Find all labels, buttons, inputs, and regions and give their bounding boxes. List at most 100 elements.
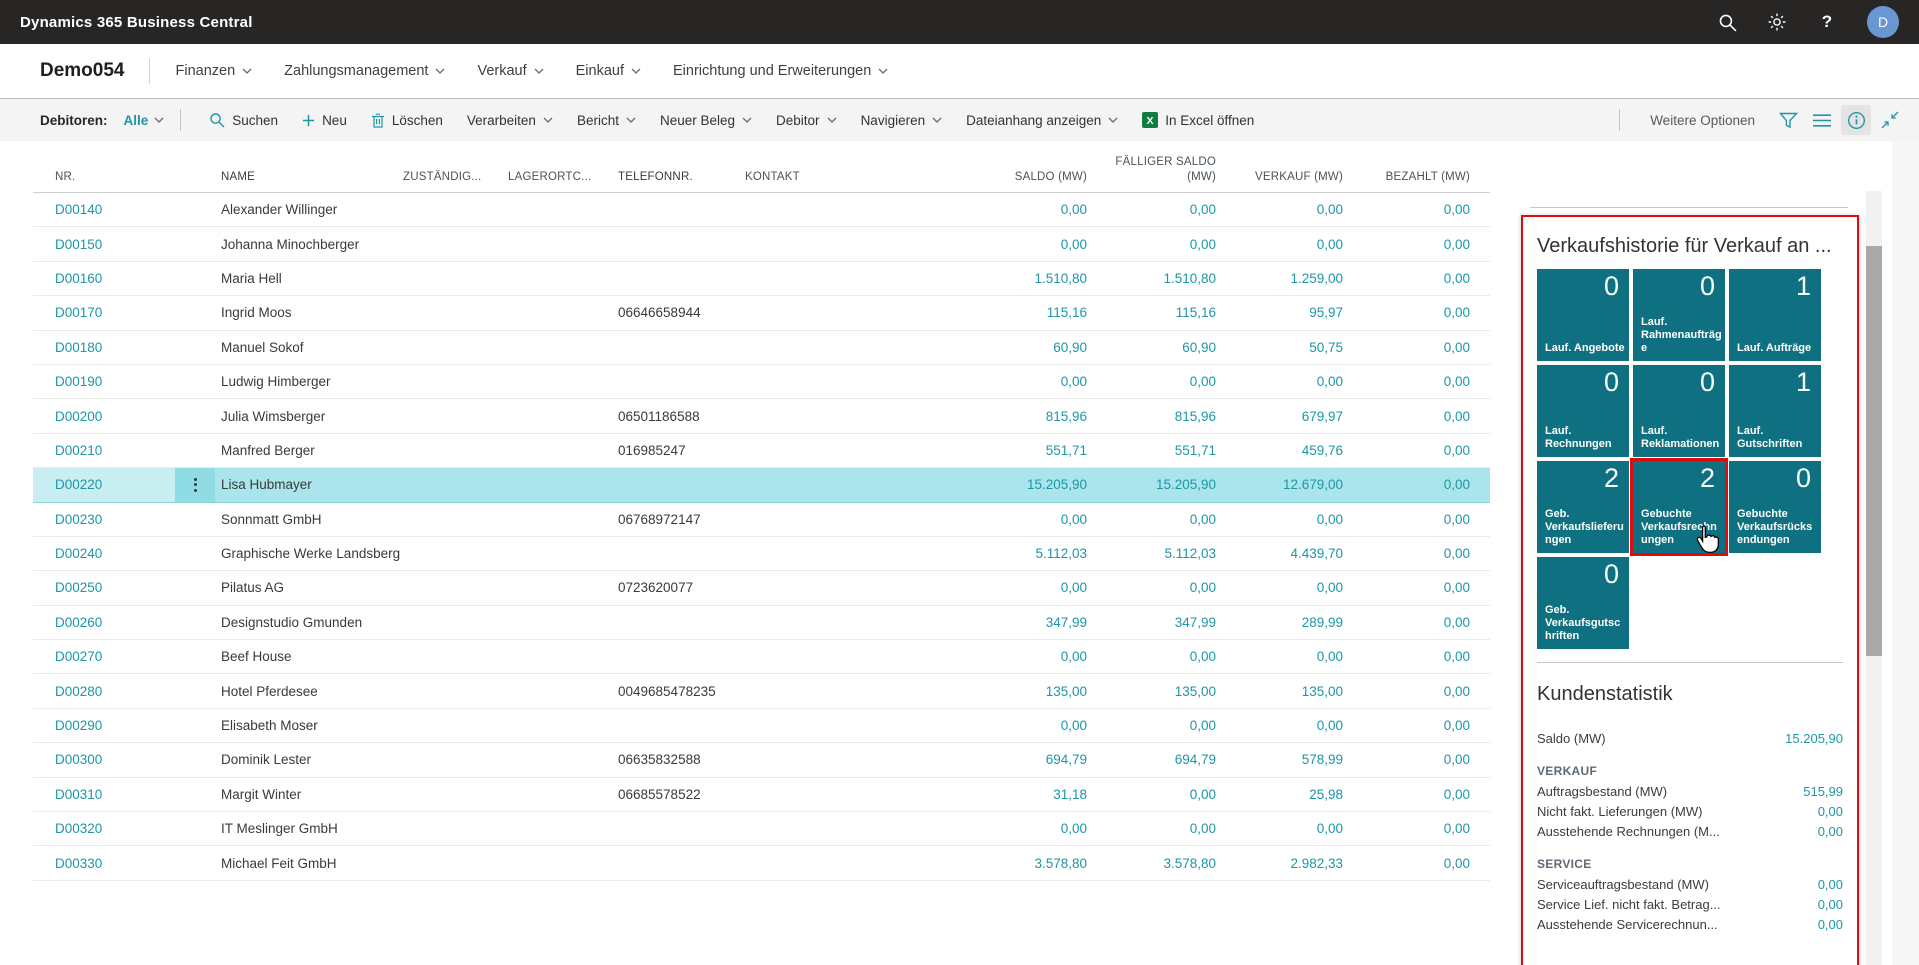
amount-faelliger-saldo-link[interactable]: 15.205,90 bbox=[1156, 477, 1216, 492]
toolbar-action-suchen[interactable]: Suchen bbox=[197, 112, 290, 128]
customer-nr-link[interactable]: D00260 bbox=[55, 615, 102, 630]
amount-saldo-link[interactable]: 694,79 bbox=[1046, 752, 1087, 767]
toolbar-action-in-excel-oeffnen[interactable]: X In Excel öffnen bbox=[1130, 112, 1266, 128]
amount-bezahlt-link[interactable]: 0,00 bbox=[1444, 340, 1470, 355]
customer-nr-link[interactable]: D00160 bbox=[55, 271, 102, 286]
toolbar-action-bericht[interactable]: Bericht bbox=[565, 113, 648, 128]
row-options-icon[interactable] bbox=[193, 477, 197, 492]
amount-faelliger-saldo-link[interactable]: 60,90 bbox=[1182, 340, 1216, 355]
cue-tile-lauf-rechnungen[interactable]: 0 Lauf. Rechnungen bbox=[1537, 365, 1629, 457]
factbox-scrollbar-track[interactable] bbox=[1866, 191, 1882, 965]
cue-tile-lauf-auftraege[interactable]: 1 Lauf. Aufträge bbox=[1729, 269, 1821, 361]
amount-saldo-link[interactable]: 0,00 bbox=[1061, 821, 1087, 836]
company-name[interactable]: Demo054 bbox=[40, 60, 125, 82]
amount-saldo-link[interactable]: 0,00 bbox=[1061, 374, 1087, 389]
amount-verkauf-link[interactable]: 95,97 bbox=[1309, 305, 1343, 320]
amount-saldo-link[interactable]: 0,00 bbox=[1061, 718, 1087, 733]
stat-value-link[interactable]: 0,00 bbox=[1818, 824, 1843, 839]
customer-nr-link[interactable]: D00280 bbox=[55, 684, 102, 699]
amount-verkauf-link[interactable]: 0,00 bbox=[1317, 718, 1343, 733]
amount-bezahlt-link[interactable]: 0,00 bbox=[1444, 649, 1470, 664]
amount-bezahlt-link[interactable]: 0,00 bbox=[1444, 237, 1470, 252]
amount-verkauf-link[interactable]: 578,99 bbox=[1302, 752, 1343, 767]
table-row[interactable]: D00200 Julia Wimsberger 06501186588 815,96 8… bbox=[33, 399, 1490, 434]
table-row[interactable]: D00270 Beef House 0,00 0,00 0,00 0,00 bbox=[33, 640, 1490, 675]
amount-bezahlt-link[interactable]: 0,00 bbox=[1444, 580, 1470, 595]
nav-item-finanzen[interactable]: Finanzen bbox=[160, 63, 269, 79]
table-row[interactable]: D00240 Graphische Werke Landsberg 5.112,03… bbox=[33, 537, 1490, 572]
customer-nr-link[interactable]: D00270 bbox=[55, 649, 102, 664]
column-header-tel[interactable]: TELEFONNR. bbox=[612, 170, 720, 185]
amount-verkauf-link[interactable]: 679,97 bbox=[1302, 409, 1343, 424]
table-row[interactable]: D00150 Johanna Minochberger 0,00 0,00 0,00 0,… bbox=[33, 227, 1490, 262]
amount-saldo-link[interactable]: 0,00 bbox=[1061, 649, 1087, 664]
cue-tile-gebuchte-verkaufsruecksendungen[interactable]: 0 Gebuchte Verkaufsrücksendungen bbox=[1729, 461, 1821, 553]
stat-value-link[interactable]: 515,99 bbox=[1803, 784, 1843, 799]
view-filter-dropdown[interactable]: Alle bbox=[124, 113, 165, 128]
table-row[interactable]: D00220 Lisa Hubmayer 15.205,90 15.205,90 12.… bbox=[33, 468, 1490, 503]
column-header-faell[interactable]: FÄLLIGER SALDO (MW) bbox=[1087, 155, 1216, 185]
stat-value-link[interactable]: 0,00 bbox=[1818, 897, 1843, 912]
info-panel-icon[interactable] bbox=[1841, 105, 1871, 135]
amount-faelliger-saldo-link[interactable]: 135,00 bbox=[1175, 684, 1216, 699]
amount-verkauf-link[interactable]: 0,00 bbox=[1317, 649, 1343, 664]
customer-nr-link[interactable]: D00230 bbox=[55, 512, 102, 527]
app-title[interactable]: Dynamics 365 Business Central bbox=[20, 14, 253, 31]
amount-faelliger-saldo-link[interactable]: 0,00 bbox=[1190, 202, 1216, 217]
amount-verkauf-link[interactable]: 0,00 bbox=[1317, 580, 1343, 595]
toolbar-action-debitor[interactable]: Debitor bbox=[764, 113, 849, 128]
amount-bezahlt-link[interactable]: 0,00 bbox=[1444, 856, 1470, 871]
table-row[interactable]: D00170 Ingrid Moos 06646658944 115,16 115,16… bbox=[33, 296, 1490, 331]
amount-verkauf-link[interactable]: 0,00 bbox=[1317, 512, 1343, 527]
amount-faelliger-saldo-link[interactable]: 0,00 bbox=[1190, 718, 1216, 733]
customer-nr-link[interactable]: D00170 bbox=[55, 305, 102, 320]
column-header-lager[interactable]: LAGERORTC... bbox=[505, 170, 612, 185]
amount-bezahlt-link[interactable]: 0,00 bbox=[1444, 752, 1470, 767]
amount-faelliger-saldo-link[interactable]: 0,00 bbox=[1190, 237, 1216, 252]
amount-faelliger-saldo-link[interactable]: 0,00 bbox=[1190, 374, 1216, 389]
list-view-icon[interactable] bbox=[1807, 105, 1837, 135]
toolbar-action-neu[interactable]: Neu bbox=[290, 113, 359, 128]
amount-verkauf-link[interactable]: 12.679,00 bbox=[1283, 477, 1343, 492]
toolbar-action-loeschen[interactable]: Löschen bbox=[359, 113, 455, 128]
amount-faelliger-saldo-link[interactable]: 694,79 bbox=[1175, 752, 1216, 767]
factbox-scrollbar-thumb[interactable] bbox=[1866, 246, 1882, 656]
amount-faelliger-saldo-link[interactable]: 0,00 bbox=[1190, 580, 1216, 595]
amount-bezahlt-link[interactable]: 0,00 bbox=[1444, 684, 1470, 699]
amount-faelliger-saldo-link[interactable]: 115,16 bbox=[1176, 305, 1216, 320]
amount-verkauf-link[interactable]: 0,00 bbox=[1317, 821, 1343, 836]
table-row[interactable]: D00250 Pilatus AG 0723620077 0,00 0,00 0,00 0,… bbox=[33, 571, 1490, 606]
cue-tile-lauf-gutschriften[interactable]: 1 Lauf. Gutschriften bbox=[1729, 365, 1821, 457]
amount-saldo-link[interactable]: 347,99 bbox=[1046, 615, 1087, 630]
amount-saldo-link[interactable]: 31,18 bbox=[1053, 787, 1087, 802]
cue-tile-gebuchte-verkaufsrechnungen[interactable]: 2 Gebuchte Verkaufsrechnungen bbox=[1630, 458, 1728, 556]
amount-verkauf-link[interactable]: 50,75 bbox=[1309, 340, 1343, 355]
amount-bezahlt-link[interactable]: 0,00 bbox=[1444, 718, 1470, 733]
table-row[interactable]: D00230 Sonnmatt GmbH 06768972147 0,00 0,00 0,… bbox=[33, 503, 1490, 537]
column-header-zust[interactable]: ZUSTÄNDIG... bbox=[400, 170, 505, 185]
amount-bezahlt-link[interactable]: 0,00 bbox=[1444, 305, 1470, 320]
customer-nr-link[interactable]: D00330 bbox=[55, 856, 102, 871]
stat-value-link[interactable]: 0,00 bbox=[1818, 877, 1843, 892]
amount-saldo-link[interactable]: 60,90 bbox=[1053, 340, 1087, 355]
cue-tile-geb-verkaufslieferungen[interactable]: 2 Geb. Verkaufslieferungen bbox=[1537, 461, 1629, 553]
customer-nr-link[interactable]: D00210 bbox=[55, 443, 102, 458]
amount-saldo-link[interactable]: 815,96 bbox=[1046, 409, 1087, 424]
help-icon[interactable]: ? bbox=[1817, 12, 1837, 32]
cue-tile-lauf-reklamationen[interactable]: 0 Lauf. Reklamationen bbox=[1633, 365, 1725, 457]
amount-verkauf-link[interactable]: 0,00 bbox=[1317, 202, 1343, 217]
amount-saldo-link[interactable]: 0,00 bbox=[1061, 512, 1087, 527]
amount-verkauf-link[interactable]: 135,00 bbox=[1302, 684, 1343, 699]
amount-saldo-link[interactable]: 0,00 bbox=[1061, 580, 1087, 595]
amount-verkauf-link[interactable]: 0,00 bbox=[1317, 237, 1343, 252]
amount-saldo-link[interactable]: 115,16 bbox=[1047, 305, 1087, 320]
table-row[interactable]: D00190 Ludwig Himberger 0,00 0,00 0,00 0,00 bbox=[33, 365, 1490, 400]
column-header-saldo[interactable]: SALDO (MW) bbox=[940, 170, 1087, 185]
amount-faelliger-saldo-link[interactable]: 3.578,80 bbox=[1163, 856, 1216, 871]
amount-faelliger-saldo-link[interactable]: 0,00 bbox=[1190, 821, 1216, 836]
amount-faelliger-saldo-link[interactable]: 551,71 bbox=[1175, 443, 1216, 458]
table-row[interactable]: D00290 Elisabeth Moser 0,00 0,00 0,00 0,00 bbox=[33, 709, 1490, 744]
amount-bezahlt-link[interactable]: 0,00 bbox=[1444, 512, 1470, 527]
amount-faelliger-saldo-link[interactable]: 5.112,03 bbox=[1164, 546, 1216, 561]
table-row[interactable]: D00260 Designstudio Gmunden 347,99 347,99 28… bbox=[33, 606, 1490, 641]
